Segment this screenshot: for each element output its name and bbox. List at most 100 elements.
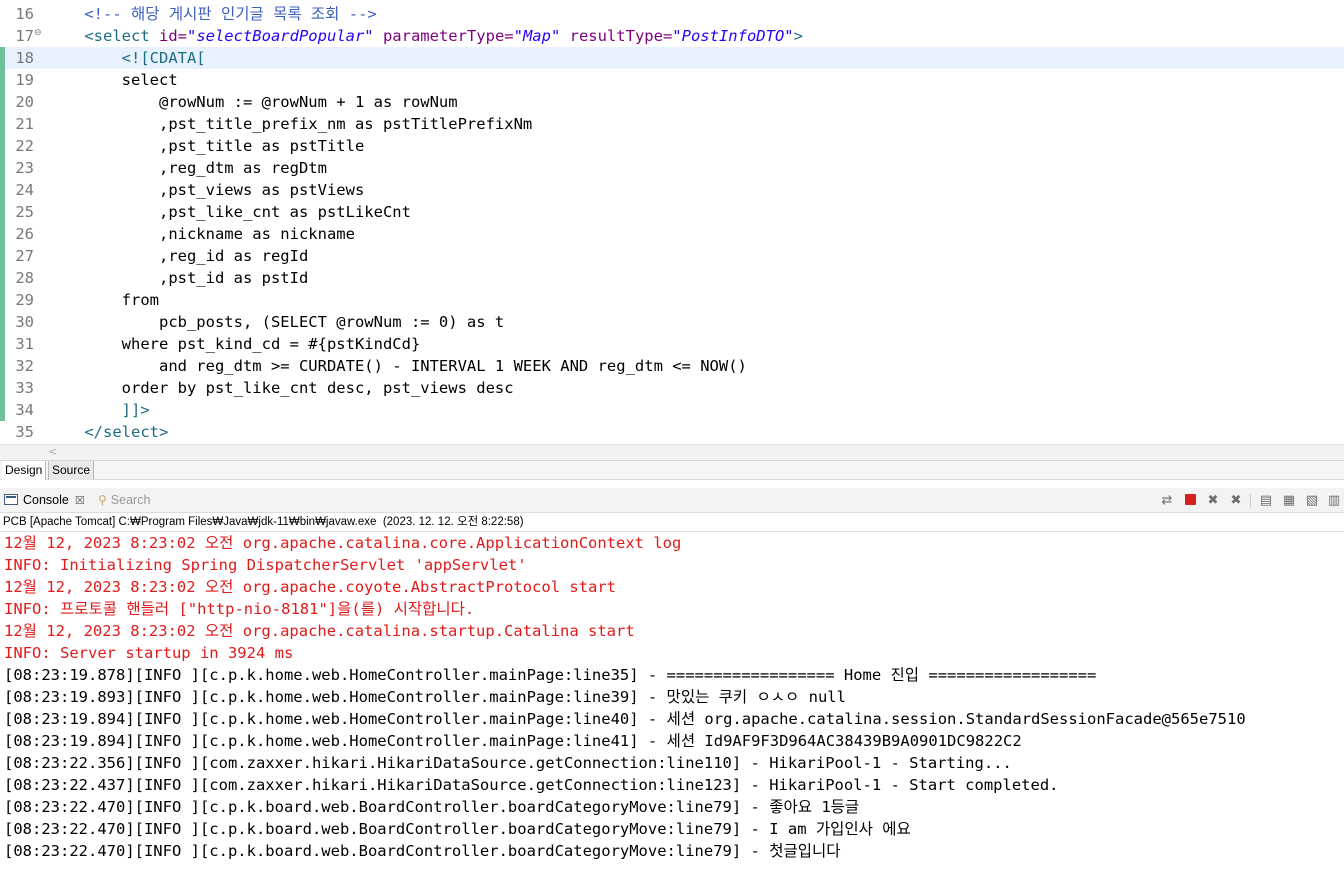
line-number: 20 [15, 93, 34, 111]
code-token: ,reg_dtm as regDtm [47, 159, 327, 177]
code-token: ,pst_title_prefix_nm as pstTitlePrefixNm [47, 115, 533, 133]
line-number: 16 [15, 5, 34, 23]
line-number: 33 [15, 379, 34, 397]
code-text: ,pst_like_cnt as pstLikeCnt [47, 201, 411, 223]
code-line[interactable]: 19 select [0, 69, 1344, 91]
code-line[interactable]: 28 ,pst_id as pstId [0, 267, 1344, 289]
code-line[interactable]: 33 order by pst_like_cnt desc, pst_views… [0, 377, 1344, 399]
code-line[interactable]: 34 ]]> [0, 399, 1344, 421]
code-line[interactable]: 26 ,nickname as nickname [0, 223, 1344, 245]
line-number: 17 [15, 27, 34, 45]
code-token: ]]> [121, 401, 150, 419]
scroll-left-icon[interactable]: < [48, 445, 57, 458]
code-line[interactable]: 31 where pst_kind_cd = #{pstKindCd} [0, 333, 1344, 355]
tab-source[interactable]: Source [48, 461, 95, 480]
code-text: ,pst_title_prefix_nm as pstTitlePrefixNm [47, 113, 532, 135]
line-number: 28 [15, 269, 34, 287]
horizontal-scrollbar[interactable]: < [0, 444, 1344, 460]
code-token: select [47, 71, 178, 89]
code-line[interactable]: 23 ,reg_dtm as regDtm [0, 157, 1344, 179]
fold-toggle-icon[interactable]: ⊖ [34, 28, 42, 38]
log-line: INFO: Initializing Spring DispatcherServ… [4, 556, 527, 574]
log-line: [08:23:22.356][INFO ][com.zaxxer.hikari.… [4, 754, 1012, 772]
log-line: INFO: Server startup in 3924 ms [4, 644, 294, 662]
search-tab-label: Search [110, 493, 151, 507]
pin-icon[interactable]: ▥ [1326, 493, 1342, 509]
console-tab-label: Console [23, 493, 69, 507]
line-number: 22 [15, 137, 34, 155]
code-line[interactable]: 17 ⊖ <select id="selectBoardPopular" para… [0, 25, 1344, 47]
code-line[interactable]: 27 ,reg_id as regId [0, 245, 1344, 267]
code-token: pcb_posts, (SELECT @rowNum := 0) as t [47, 313, 505, 331]
code-text: </select> [47, 421, 168, 443]
line-number: 25 [15, 203, 34, 221]
code-text: ,pst_title as pstTitle [47, 135, 364, 157]
tab-design[interactable]: Design [2, 461, 47, 480]
code-token: parameterType= [382, 27, 514, 45]
line-number: 35 [15, 423, 34, 441]
code-text: ]]> [47, 399, 150, 421]
toolbar-divider [1250, 494, 1251, 508]
code-token: order by pst_like_cnt desc, pst_views de… [47, 379, 514, 397]
line-number: 24 [15, 181, 34, 199]
code-text: from [47, 289, 159, 311]
code-token: "Map" [513, 27, 561, 45]
code-editor[interactable]: 16 <!-- 해당 게시판 인기글 목록 조회 --> 17 ⊖ <select … [0, 0, 1344, 444]
word-wrap-icon[interactable]: ▧ [1304, 493, 1320, 509]
search-icon: ⚲ [98, 493, 107, 507]
code-text: where pst_kind_cd = #{pstKindCd} [47, 333, 421, 355]
code-token: ,reg_id as regId [47, 247, 309, 265]
code-line[interactable]: 16 <!-- 해당 게시판 인기글 목록 조회 --> [0, 3, 1344, 25]
code-token: > [793, 27, 803, 45]
code-line[interactable]: 24 ,pst_views as pstViews [0, 179, 1344, 201]
code-line[interactable]: 29 from [0, 289, 1344, 311]
code-token: ,pst_views as pstViews [47, 181, 365, 199]
clear-icon[interactable]: ▤ [1258, 493, 1274, 509]
line-number: 19 [15, 71, 34, 89]
scroll-lock-icon[interactable]: ▦ [1281, 493, 1297, 509]
link-icon[interactable]: ⇄ [1159, 493, 1175, 509]
code-token: id= [158, 27, 187, 45]
line-number: 31 [15, 335, 34, 353]
code-line[interactable]: 20 @rowNum := @rowNum + 1 as rowNum [0, 91, 1344, 113]
process-label: PCB [Apache Tomcat] C:₩Program Files₩Jav… [3, 516, 524, 528]
stop-icon[interactable] [1182, 493, 1198, 509]
code-token: "selectBoardPopular" [186, 27, 374, 45]
remove-icon[interactable]: ✖ [1205, 493, 1221, 509]
code-token: "PostInfoDTO" [672, 27, 794, 45]
log-line: [08:23:22.437][INFO ][com.zaxxer.hikari.… [4, 776, 1059, 794]
code-line[interactable]: 35 </select> [0, 421, 1344, 443]
code-line[interactable]: 22 ,pst_title as pstTitle [0, 135, 1344, 157]
log-line: [08:23:19.878][INFO ][c.p.k.home.web.Hom… [4, 666, 1097, 684]
code-text: <select id="selectBoardPopular" paramete… [47, 25, 803, 47]
tab-console[interactable]: Console ☒ [4, 492, 85, 510]
close-icon[interactable]: ☒ [75, 494, 85, 507]
code-token: ,pst_id as pstId [47, 269, 309, 287]
log-line: [08:23:19.893][INFO ][c.p.k.home.web.Hom… [4, 688, 846, 706]
tab-search[interactable]: ⚲ Search [98, 492, 150, 510]
console-view-header: Console ☒ ⚲ Search ⇄ ✖ ✖ ▤ ▦ ▧ ▥ [0, 488, 1344, 513]
log-line: [08:23:22.470][INFO ][c.p.k.board.web.Bo… [4, 842, 841, 860]
code-token: @rowNum := @rowNum + 1 as rowNum [47, 93, 458, 111]
code-line[interactable]: 21 ,pst_title_prefix_nm as pstTitlePrefi… [0, 113, 1344, 135]
code-text: <![CDATA[ [47, 47, 206, 69]
code-line[interactable]: 18 <![CDATA[ [0, 47, 1344, 69]
log-line: INFO: 프로토콜 핸들러 ["http-nio-8181"]을(를) 시작합… [4, 600, 475, 618]
remove-all-icon[interactable]: ✖ [1228, 493, 1244, 509]
code-token: from [47, 291, 159, 309]
code-token: ,pst_title as pstTitle [47, 137, 365, 155]
code-text: ,pst_id as pstId [47, 267, 308, 289]
line-number: 21 [15, 115, 34, 133]
code-token: ,nickname as nickname [47, 225, 355, 243]
code-line[interactable]: 30 pcb_posts, (SELECT @rowNum := 0) as t [0, 311, 1344, 333]
line-number: 23 [15, 159, 34, 177]
code-token: resultType= [569, 27, 673, 45]
code-token: <select [84, 27, 159, 45]
code-line[interactable]: 32 and reg_dtm >= CURDATE() - INTERVAL 1… [0, 355, 1344, 377]
code-line[interactable]: 25 ,pst_like_cnt as pstLikeCnt [0, 201, 1344, 223]
log-line: 12월 12, 2023 8:23:02 오전 org.apache.coyot… [4, 578, 617, 596]
